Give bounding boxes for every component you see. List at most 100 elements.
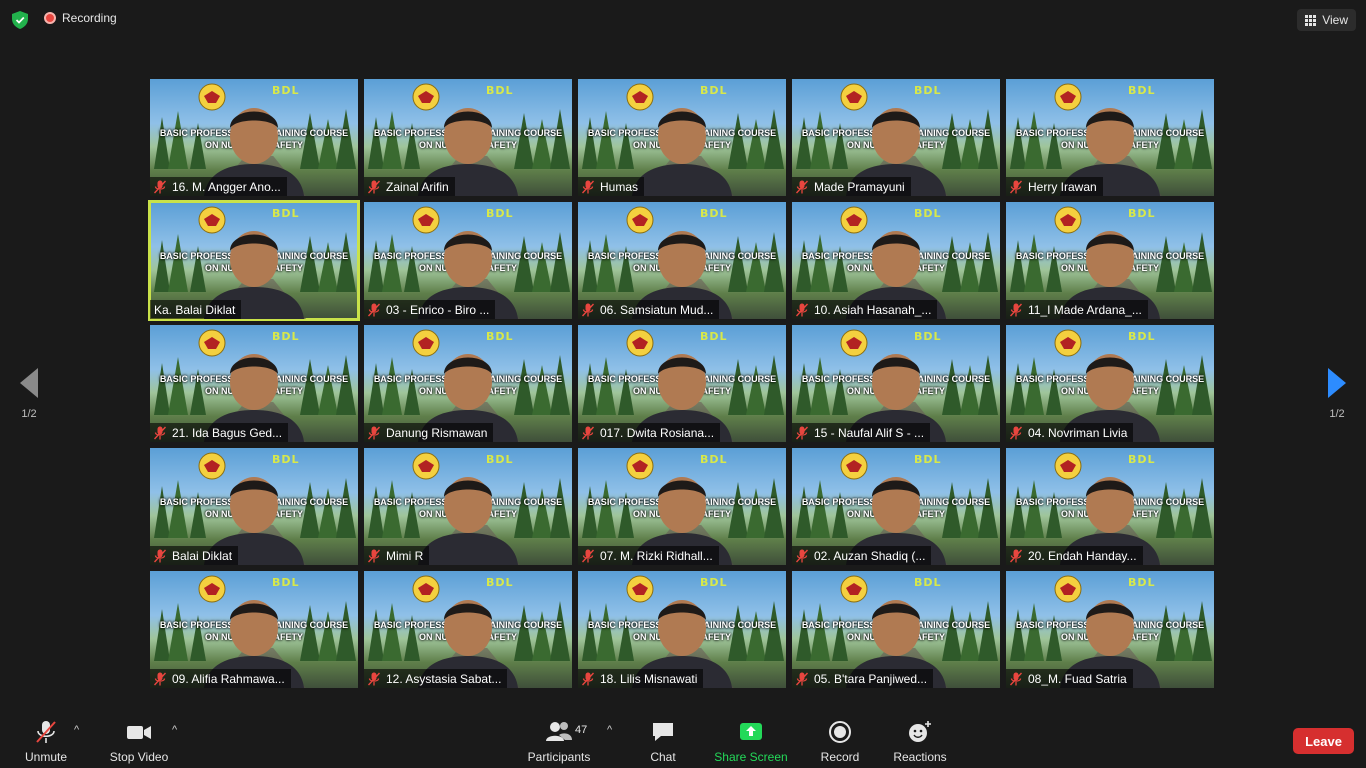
chat-bubble-icon	[653, 723, 673, 741]
grid-view-icon	[1305, 14, 1317, 26]
participant-name: 09. Alifia Rahmawa...	[172, 671, 285, 686]
video-tile-1[interactable]: BDL BASIC PROFESSIONAL TRAINING COURSE O…	[150, 79, 358, 196]
arrow-left-icon[interactable]	[20, 368, 38, 398]
video-tile-6[interactable]: BDL BASIC PROFESSIONAL TRAINING COURSE O…	[148, 200, 360, 321]
muted-microphone-icon	[1010, 180, 1022, 193]
video-tile-8[interactable]: BDL BASIC PROFESSIONAL TRAINING COURSE O…	[578, 202, 786, 319]
participant-name: 06. Samsiatun Mud...	[600, 302, 714, 317]
participants-options-caret[interactable]: ^	[607, 724, 612, 736]
participant-name: 11_I Made Ardana_...	[1028, 302, 1142, 317]
video-tile-19[interactable]: BDL BASIC PROFESSIONAL TRAINING COURSE O…	[792, 448, 1000, 565]
muted-microphone-icon	[368, 426, 380, 439]
participant-name-bar: Zainal Arifin	[364, 177, 455, 196]
participants-label: Participants	[527, 750, 591, 764]
previous-page-nav[interactable]: 1/2	[14, 368, 44, 420]
participant-name: Balai Diklat	[172, 548, 233, 563]
muted-microphone-icon	[154, 426, 166, 439]
participant-name-bar: 15 - Naufal Alif S - ...	[792, 423, 931, 442]
video-tile-5[interactable]: BDL BASIC PROFESSIONAL TRAINING COURSE O…	[1006, 79, 1214, 196]
participant-name-bar: 02. Auzan Shadiq (...	[792, 546, 932, 565]
participant-name-bar: Balai Diklat	[150, 546, 239, 565]
participant-name-bar: 017. Dwita Rosiana...	[578, 423, 721, 442]
reactions-button[interactable]: Reactions	[893, 720, 947, 764]
top-bar: Recording View	[0, 0, 1366, 40]
view-button[interactable]: View	[1297, 9, 1356, 31]
share-screen-button[interactable]: Share Screen	[714, 720, 788, 764]
video-tile-17[interactable]: BDL BASIC PROFESSIONAL TRAINING COURSE O…	[364, 448, 572, 565]
video-tile-7[interactable]: BDL BASIC PROFESSIONAL TRAINING COURSE O…	[364, 202, 572, 319]
video-tile-20[interactable]: BDL BASIC PROFESSIONAL TRAINING COURSE O…	[1006, 448, 1214, 565]
video-tile-9[interactable]: BDL BASIC PROFESSIONAL TRAINING COURSE O…	[792, 202, 1000, 319]
unmute-button[interactable]: Unmute	[22, 720, 70, 764]
record-label: Record	[820, 750, 860, 764]
video-tile-24[interactable]: BDL BASIC PROFESSIONAL TRAINING COURSE O…	[792, 571, 1000, 688]
microphone-muted-icon	[36, 721, 56, 743]
video-tile-25[interactable]: BDL BASIC PROFESSIONAL TRAINING COURSE O…	[1006, 571, 1214, 688]
participant-name: 10. Asiah Hasanah_...	[814, 302, 932, 317]
audio-options-caret[interactable]: ^	[74, 724, 79, 736]
recording-dot-icon	[44, 12, 56, 24]
video-tile-11[interactable]: BDL BASIC PROFESSIONAL TRAINING COURSE O…	[150, 325, 358, 442]
participants-icon	[546, 722, 572, 741]
participant-name-bar: 18. Lilis Misnawati	[578, 669, 704, 688]
video-tile-4[interactable]: BDL BASIC PROFESSIONAL TRAINING COURSE O…	[792, 79, 1000, 196]
participant-name: 07. M. Rizki Ridhall...	[600, 548, 713, 563]
reactions-label: Reactions	[893, 750, 947, 764]
video-tile-18[interactable]: BDL BASIC PROFESSIONAL TRAINING COURSE O…	[578, 448, 786, 565]
muted-microphone-icon	[154, 549, 166, 562]
video-tile-14[interactable]: BDL BASIC PROFESSIONAL TRAINING COURSE O…	[792, 325, 1000, 442]
video-options-caret[interactable]: ^	[172, 724, 177, 736]
participant-name: Herry Irawan	[1028, 179, 1097, 194]
recording-indicator[interactable]: Recording	[44, 11, 117, 25]
participant-name-bar: 03 - Enrico - Biro ...	[364, 300, 496, 319]
video-tile-12[interactable]: BDL BASIC PROFESSIONAL TRAINING COURSE O…	[364, 325, 572, 442]
participant-name: 18. Lilis Misnawati	[600, 671, 698, 686]
video-tile-21[interactable]: BDL BASIC PROFESSIONAL TRAINING COURSE O…	[150, 571, 358, 688]
video-tile-10[interactable]: BDL BASIC PROFESSIONAL TRAINING COURSE O…	[1006, 202, 1214, 319]
share-screen-icon	[740, 723, 762, 740]
muted-microphone-icon	[796, 303, 808, 316]
video-tile-23[interactable]: BDL BASIC PROFESSIONAL TRAINING COURSE O…	[578, 571, 786, 688]
participant-name: Danung Rismawan	[386, 425, 488, 440]
share-screen-label: Share Screen	[714, 750, 788, 764]
page-indicator-right: 1/2	[1329, 408, 1345, 420]
participant-name: 04. Novriman Livia	[1028, 425, 1128, 440]
participant-name-bar: 21. Ida Bagus Ged...	[150, 423, 289, 442]
participants-count-badge: 47	[575, 724, 588, 736]
participant-name: 02. Auzan Shadiq (...	[814, 548, 926, 563]
video-tile-3[interactable]: BDL BASIC PROFESSIONAL TRAINING COURSE O…	[578, 79, 786, 196]
participant-name: Mimi R	[386, 548, 424, 563]
arrow-right-icon[interactable]	[1328, 368, 1346, 398]
video-tile-13[interactable]: BDL BASIC PROFESSIONAL TRAINING COURSE O…	[578, 325, 786, 442]
participant-name-bar: 04. Novriman Livia	[1006, 423, 1134, 442]
shield-check-icon[interactable]	[12, 11, 28, 29]
chat-button[interactable]: Chat	[645, 720, 681, 764]
video-tile-16[interactable]: BDL BASIC PROFESSIONAL TRAINING COURSE O…	[150, 448, 358, 565]
video-tile-2[interactable]: BDL BASIC PROFESSIONAL TRAINING COURSE O…	[364, 79, 572, 196]
muted-microphone-icon	[368, 180, 380, 193]
record-button[interactable]: Record	[819, 720, 861, 764]
video-tile-15[interactable]: BDL BASIC PROFESSIONAL TRAINING COURSE O…	[1006, 325, 1214, 442]
stop-video-button[interactable]: Stop Video	[106, 720, 172, 764]
video-tile-22[interactable]: BDL BASIC PROFESSIONAL TRAINING COURSE O…	[364, 571, 572, 688]
participant-name-bar: 06. Samsiatun Mud...	[578, 300, 720, 319]
participant-name-bar: Humas	[578, 177, 645, 196]
next-page-nav[interactable]: 1/2	[1322, 368, 1352, 420]
muted-microphone-icon	[582, 672, 594, 685]
participant-name: Made Pramayuni	[814, 179, 905, 194]
muted-microphone-icon	[1010, 303, 1022, 316]
participant-name-bar: 07. M. Rizki Ridhall...	[578, 546, 719, 565]
participant-name: 15 - Naufal Alif S - ...	[814, 425, 925, 440]
participant-name-bar: 11_I Made Ardana_...	[1006, 300, 1148, 319]
muted-microphone-icon	[1010, 672, 1022, 685]
muted-microphone-icon	[368, 303, 380, 316]
video-gallery-grid: BDL BASIC PROFESSIONAL TRAINING COURSE O…	[148, 79, 1216, 688]
participant-name: 12. Asystasia Sabat...	[386, 671, 502, 686]
participant-name-bar: Made Pramayuni	[792, 177, 911, 196]
participant-name: 03 - Enrico - Biro ...	[386, 302, 490, 317]
leave-button[interactable]: Leave	[1293, 728, 1354, 754]
participant-name-bar: 08_M. Fuad Satria	[1006, 669, 1133, 688]
participant-name-bar: 09. Alifia Rahmawa...	[150, 669, 291, 688]
participant-name-bar: Mimi R	[364, 546, 430, 565]
muted-microphone-icon	[582, 303, 594, 316]
